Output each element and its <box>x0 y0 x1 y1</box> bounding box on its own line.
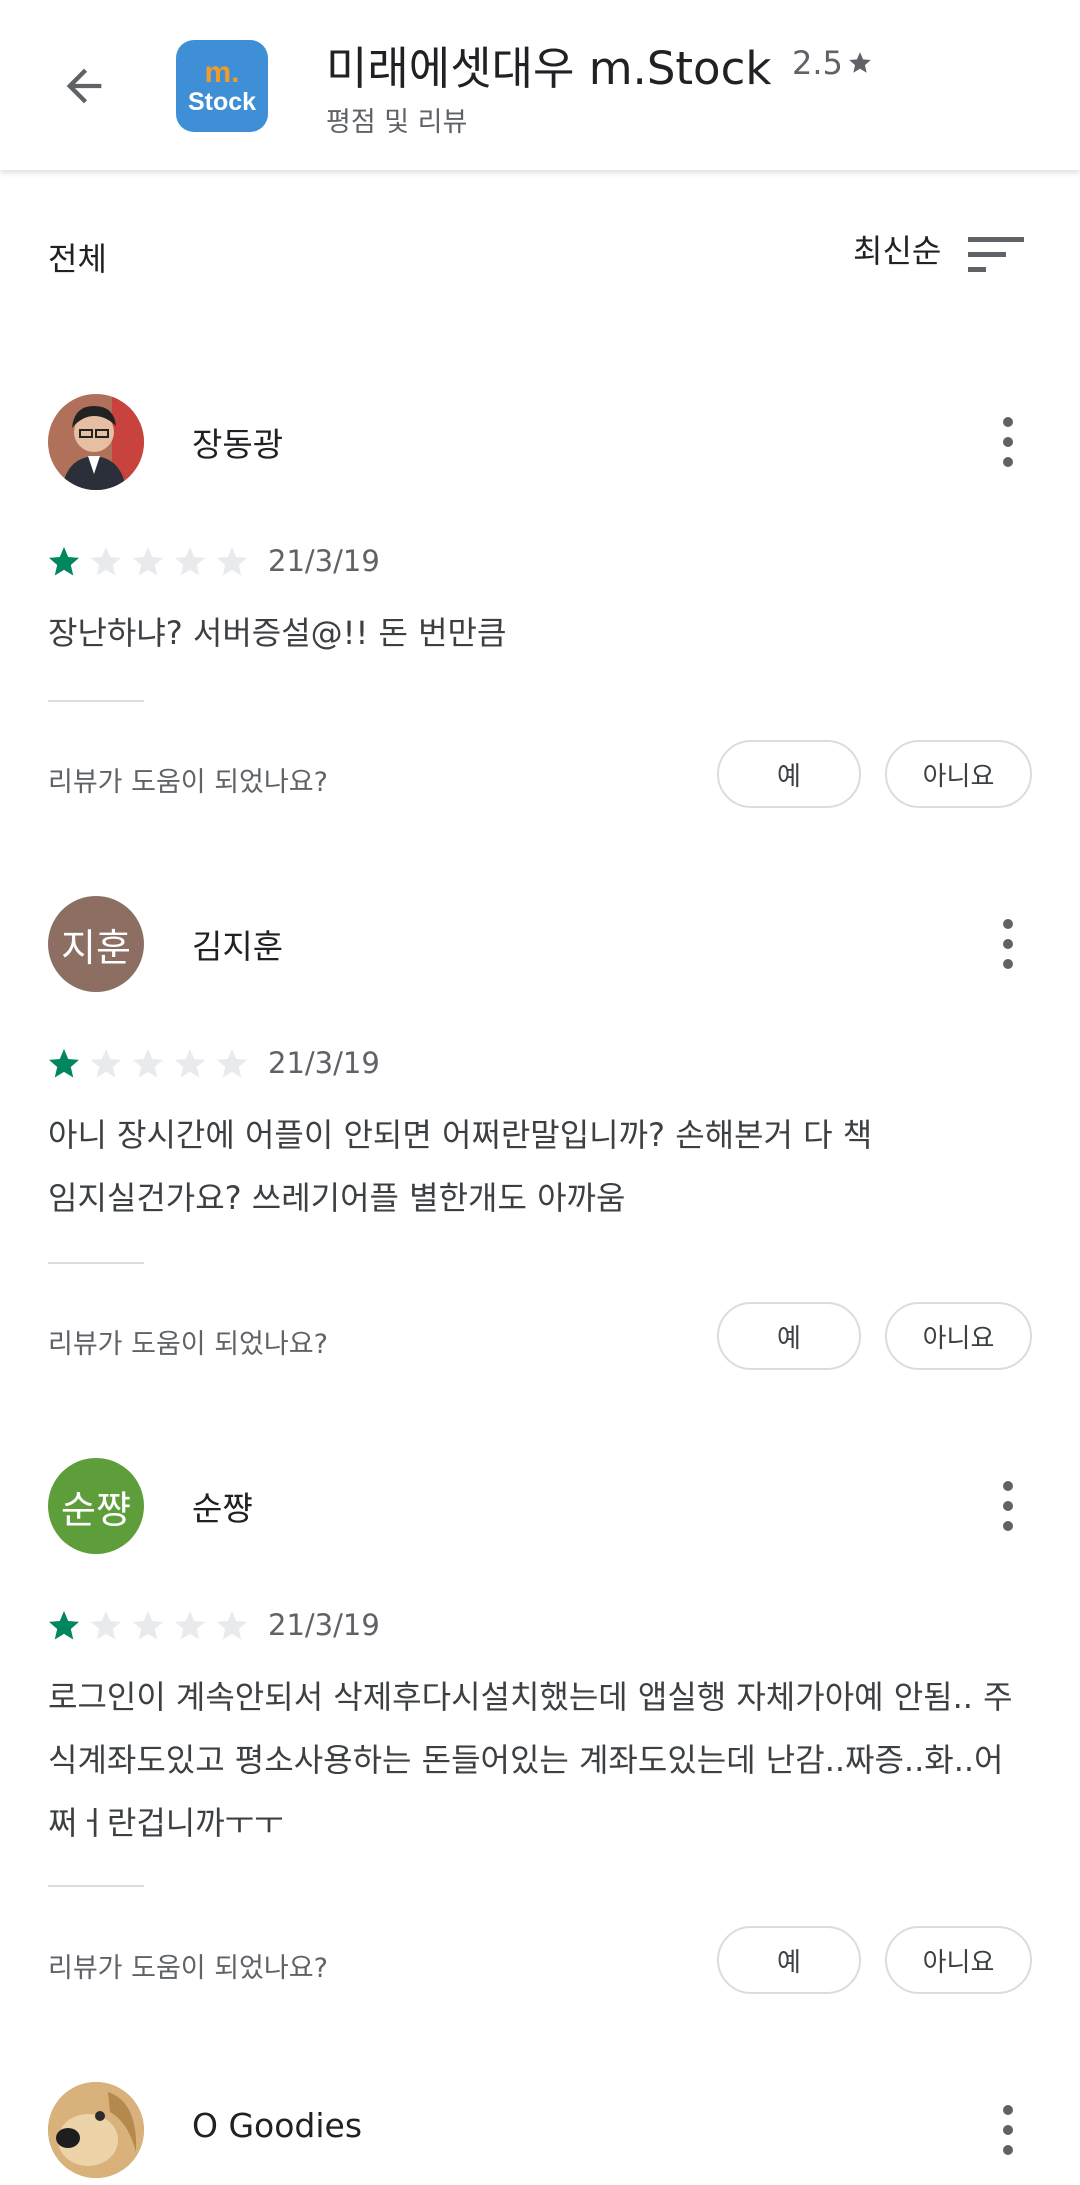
back-button[interactable] <box>48 50 120 122</box>
star-empty-icon <box>217 1049 247 1078</box>
avatar: 순쨩 <box>48 1458 144 1554</box>
avatar: 지훈 <box>48 896 144 992</box>
review-text: 장난하냐? 서버증설@!! 돈 번만큼 <box>48 614 507 652</box>
star-rating <box>46 544 250 580</box>
divider <box>48 1885 144 1887</box>
app-icon-text: Stock <box>187 87 257 116</box>
star-empty-icon <box>175 547 205 576</box>
more-vert-icon[interactable] <box>988 414 1028 470</box>
app-rating: 2.5 <box>792 44 873 82</box>
review-item: 장동광 21/3/19 장난하냐? 서버증설@!! 돈 번만큼 리뷰가 도움이 … <box>0 394 1080 814</box>
avatar <box>48 2082 144 2178</box>
star-empty-icon <box>91 1049 121 1078</box>
profile-photo-icon <box>48 394 144 490</box>
review-date: 21/3/19 <box>268 1608 380 1642</box>
arrow-left-icon <box>66 68 102 104</box>
star-empty-icon <box>91 1611 121 1640</box>
sort-label[interactable]: 최신순 <box>853 226 941 272</box>
helpful-no-button[interactable]: 아니요 <box>885 1926 1032 1994</box>
review-text: 아니 장시간에 어플이 안되면 어쩌란말입니까? 손해본거 다 책임지실건가요?… <box>48 1116 873 1217</box>
helpful-yes-button[interactable]: 예 <box>717 1302 861 1370</box>
review-date: 21/3/19 <box>268 1046 380 1080</box>
app-rating-value: 2.5 <box>792 44 843 82</box>
star-empty-icon <box>133 1049 163 1078</box>
filter-all-chip[interactable]: 전체 <box>48 234 107 280</box>
star-empty-icon <box>217 1611 247 1640</box>
helpful-question: 리뷰가 도움이 되었나요? <box>48 767 328 798</box>
app-bar: m. Stock 미래에셋대우 m.Stock 2.5 평점 및 리뷰 <box>0 0 1080 170</box>
review-item: O Goodies <box>0 2082 1080 2185</box>
star-empty-icon <box>175 1611 205 1640</box>
star-icon <box>849 52 871 73</box>
sort-icon[interactable] <box>966 233 1026 277</box>
dog-photo-icon <box>48 2082 144 2178</box>
star-rating <box>46 1608 250 1644</box>
star-empty-icon <box>133 547 163 576</box>
review-author: O Goodies <box>192 2106 363 2145</box>
review-item: 지훈 김지훈 21/3/19 아니 장시간에 어플이 안되면 어쩌란말입니까? … <box>0 896 1080 1376</box>
star-rating <box>46 1046 250 1082</box>
app-icon: m. Stock <box>176 40 268 132</box>
review-author: 김지훈 <box>192 927 284 966</box>
star-filled-icon <box>49 1049 79 1078</box>
app-icon-mark: m. <box>204 55 240 89</box>
helpful-question: 리뷰가 도움이 되었나요? <box>48 1329 328 1360</box>
review-author: 순쨩 <box>192 1489 253 1528</box>
review-item: 순쨩 순쨩 21/3/19 로그인이 계속안되서 삭제후다시설치했는데 앱실행 … <box>0 1458 1080 2018</box>
star-empty-icon <box>91 547 121 576</box>
review-text: 로그인이 계속안되서 삭제후다시설치했는데 앱실행 자체가아예 안됨.. 주식계… <box>48 1678 1013 1842</box>
helpful-yes-button[interactable]: 예 <box>717 1926 861 1994</box>
star-filled-icon <box>49 547 79 576</box>
page-subtitle: 평점 및 리뷰 <box>326 107 468 138</box>
helpful-yes-button[interactable]: 예 <box>717 740 861 808</box>
divider <box>48 1262 144 1264</box>
app-title: 미래에셋대우 m.Stock <box>326 42 772 95</box>
avatar <box>48 394 144 490</box>
helpful-question: 리뷰가 도움이 되었나요? <box>48 1953 328 1984</box>
review-date: 21/3/19 <box>268 544 380 578</box>
star-empty-icon <box>133 1611 163 1640</box>
avatar-initials: 순쨩 <box>61 1487 131 1532</box>
star-empty-icon <box>217 547 247 576</box>
avatar-initials: 지훈 <box>61 925 131 970</box>
review-author: 장동광 <box>192 425 284 464</box>
divider <box>48 700 144 702</box>
helpful-no-button[interactable]: 아니요 <box>885 1302 1032 1370</box>
more-vert-icon[interactable] <box>988 916 1028 972</box>
helpful-no-button[interactable]: 아니요 <box>885 740 1032 808</box>
star-filled-icon <box>49 1611 79 1640</box>
more-vert-icon[interactable] <box>988 1478 1028 1534</box>
star-empty-icon <box>175 1049 205 1078</box>
more-vert-icon[interactable] <box>988 2102 1028 2158</box>
